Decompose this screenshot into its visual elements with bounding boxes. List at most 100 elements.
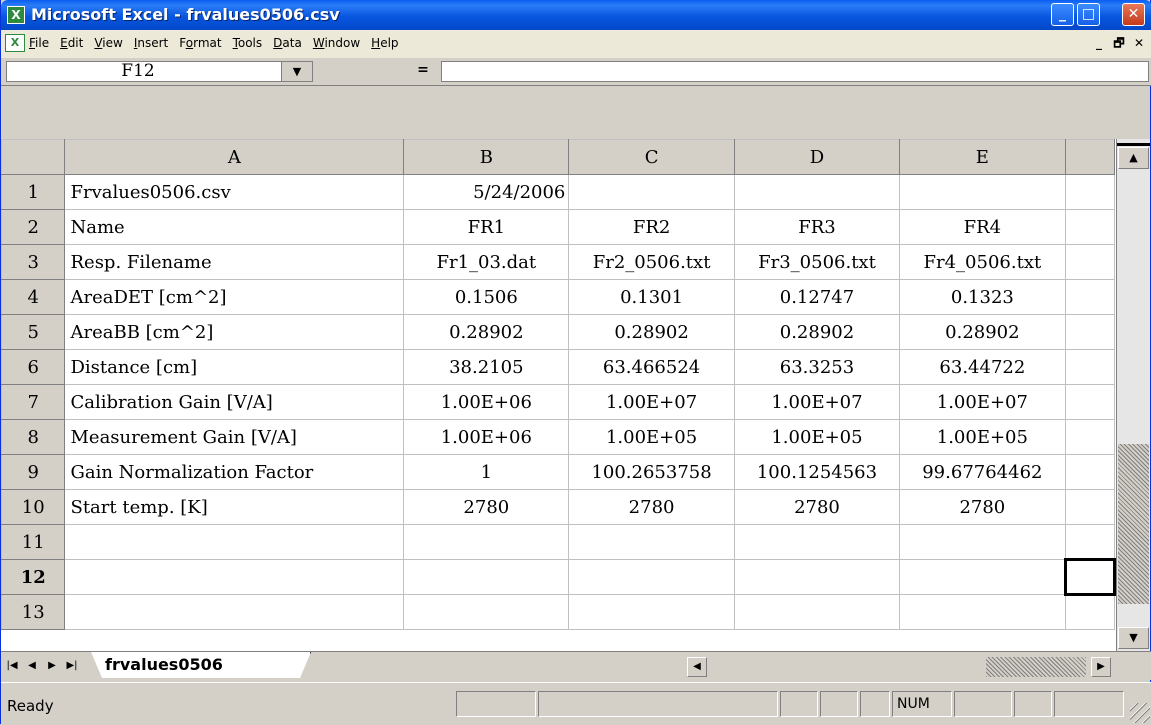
cell[interactable]: 0.1323	[899, 279, 1066, 315]
menu-item[interactable]: Data	[273, 36, 302, 50]
cell[interactable]	[1064, 174, 1116, 210]
last-sheet-icon[interactable]: ▶|	[63, 656, 81, 676]
cell[interactable]	[899, 559, 1066, 595]
cell[interactable]: 2780	[403, 489, 570, 525]
cell[interactable]: Fr3_0506.txt	[733, 244, 901, 280]
cell[interactable]: 1.00E+05	[568, 419, 735, 455]
cell[interactable]: Resp. Filename	[64, 244, 405, 280]
cell[interactable]: 63.44722	[899, 349, 1066, 385]
menu-item[interactable]: Edit	[60, 36, 83, 50]
scroll-up-button[interactable]: ▲	[1118, 147, 1149, 169]
cell[interactable]: 1.00E+06	[403, 419, 570, 455]
cell[interactable]: Start temp. [K]	[64, 489, 405, 525]
cell[interactable]	[733, 174, 901, 210]
cell[interactable]	[733, 559, 901, 595]
cell[interactable]: 2780	[733, 489, 901, 525]
cell[interactable]	[1064, 594, 1116, 630]
cell[interactable]: 0.28902	[568, 314, 735, 350]
cell[interactable]: FR3	[733, 209, 901, 245]
column-header[interactable]: D	[733, 139, 901, 175]
cell[interactable]	[899, 524, 1066, 560]
row-header[interactable]: 10	[1, 489, 66, 525]
column-header[interactable]: E	[899, 139, 1066, 175]
cell[interactable]	[1064, 349, 1116, 385]
formula-input[interactable]	[441, 61, 1149, 82]
row-header[interactable]: 4	[1, 279, 66, 315]
vertical-scrollbar[interactable]: ▲ ▼	[1116, 139, 1150, 651]
cell[interactable]: 63.3253	[733, 349, 901, 385]
cell[interactable]	[1064, 244, 1116, 280]
menu-item[interactable]: Window	[313, 36, 360, 50]
menu-item[interactable]: Tools	[233, 36, 263, 50]
row-header[interactable]: 11	[1, 524, 66, 560]
cell[interactable]: 2780	[568, 489, 735, 525]
cell[interactable]	[899, 174, 1066, 210]
scroll-right-button[interactable]: ▶	[1091, 657, 1111, 677]
select-all-corner[interactable]	[1, 139, 66, 175]
cell[interactable]: 0.28902	[733, 314, 901, 350]
doc-restore-button[interactable]: 🗗	[1110, 36, 1128, 52]
doc-close-button[interactable]: ✕	[1130, 36, 1148, 52]
cell[interactable]: Name	[64, 209, 405, 245]
split-box[interactable]	[1117, 143, 1150, 146]
workbook-icon[interactable]: X	[5, 34, 25, 52]
cell[interactable]: 2780	[899, 489, 1066, 525]
name-box[interactable]: F12 ▼	[6, 61, 313, 82]
cell[interactable]	[1063, 558, 1116, 596]
excel-icon[interactable]: X	[7, 6, 25, 24]
cell[interactable]	[733, 594, 901, 630]
cell[interactable]	[568, 174, 735, 210]
cell[interactable]	[1064, 454, 1116, 490]
scroll-down-button[interactable]: ▼	[1118, 627, 1149, 649]
cell[interactable]: 1.00E+06	[403, 384, 570, 420]
resize-grip-icon[interactable]	[1130, 703, 1150, 723]
row-header[interactable]: 12	[1, 559, 66, 595]
cell[interactable]: Fr4_0506.txt	[899, 244, 1066, 280]
cell[interactable]	[1064, 314, 1116, 350]
title-bar[interactable]: X Microsoft Excel - frvalues0506.csv _ □…	[1, 0, 1151, 30]
cell[interactable]: 99.67764462	[899, 454, 1066, 490]
doc-minimize-button[interactable]: _	[1090, 36, 1108, 52]
cell[interactable]: Calibration Gain [V/A]	[64, 384, 405, 420]
row-header[interactable]: 7	[1, 384, 66, 420]
scroll-left-button[interactable]: ◀	[687, 657, 707, 677]
spreadsheet-grid[interactable]: ABCDE 1 Frvalues0506.csv 5/24/2006 2 Name FR1…	[1, 139, 1116, 651]
cell[interactable]: 0.28902	[403, 314, 570, 350]
cell[interactable]: 1.00E+07	[899, 384, 1066, 420]
cell[interactable]: AreaDET [cm^2]	[64, 279, 405, 315]
cell[interactable]: 1.00E+05	[899, 419, 1066, 455]
cell[interactable]: 0.1301	[568, 279, 735, 315]
cell[interactable]	[403, 594, 570, 630]
cell[interactable]: 38.2105	[403, 349, 570, 385]
cell[interactable]: 1.00E+05	[733, 419, 901, 455]
cell[interactable]	[568, 594, 735, 630]
column-header[interactable]: A	[64, 139, 405, 175]
cell[interactable]	[733, 524, 901, 560]
cell[interactable]	[1064, 489, 1116, 525]
row-header[interactable]: 1	[1, 174, 66, 210]
cell[interactable]: Measurement Gain [V/A]	[64, 419, 405, 455]
cell[interactable]: 0.28902	[899, 314, 1066, 350]
sheet-tab[interactable]: frvalues0506	[91, 652, 311, 678]
menu-item[interactable]: Insert	[134, 36, 168, 50]
cell[interactable]: 1	[403, 454, 570, 490]
row-header[interactable]: 6	[1, 349, 66, 385]
cell[interactable]: 1.00E+07	[733, 384, 901, 420]
equals-icon[interactable]: =	[413, 62, 433, 78]
cell[interactable]	[568, 559, 735, 595]
maximize-button[interactable]: □	[1077, 3, 1100, 26]
cell[interactable]: Fr1_03.dat	[403, 244, 570, 280]
cell[interactable]: 1.00E+07	[568, 384, 735, 420]
cell[interactable]	[1064, 209, 1116, 245]
cell[interactable]: Gain Normalization Factor	[64, 454, 405, 490]
cell[interactable]	[568, 524, 735, 560]
cell[interactable]: Fr2_0506.txt	[568, 244, 735, 280]
cell[interactable]: 100.2653758	[568, 454, 735, 490]
cell[interactable]: Distance [cm]	[64, 349, 405, 385]
cell[interactable]	[899, 594, 1066, 630]
minimize-button[interactable]: _	[1051, 3, 1074, 26]
scroll-thumb[interactable]	[1118, 444, 1149, 604]
cell[interactable]: FR2	[568, 209, 735, 245]
cell[interactable]	[1064, 384, 1116, 420]
cell[interactable]: FR1	[403, 209, 570, 245]
